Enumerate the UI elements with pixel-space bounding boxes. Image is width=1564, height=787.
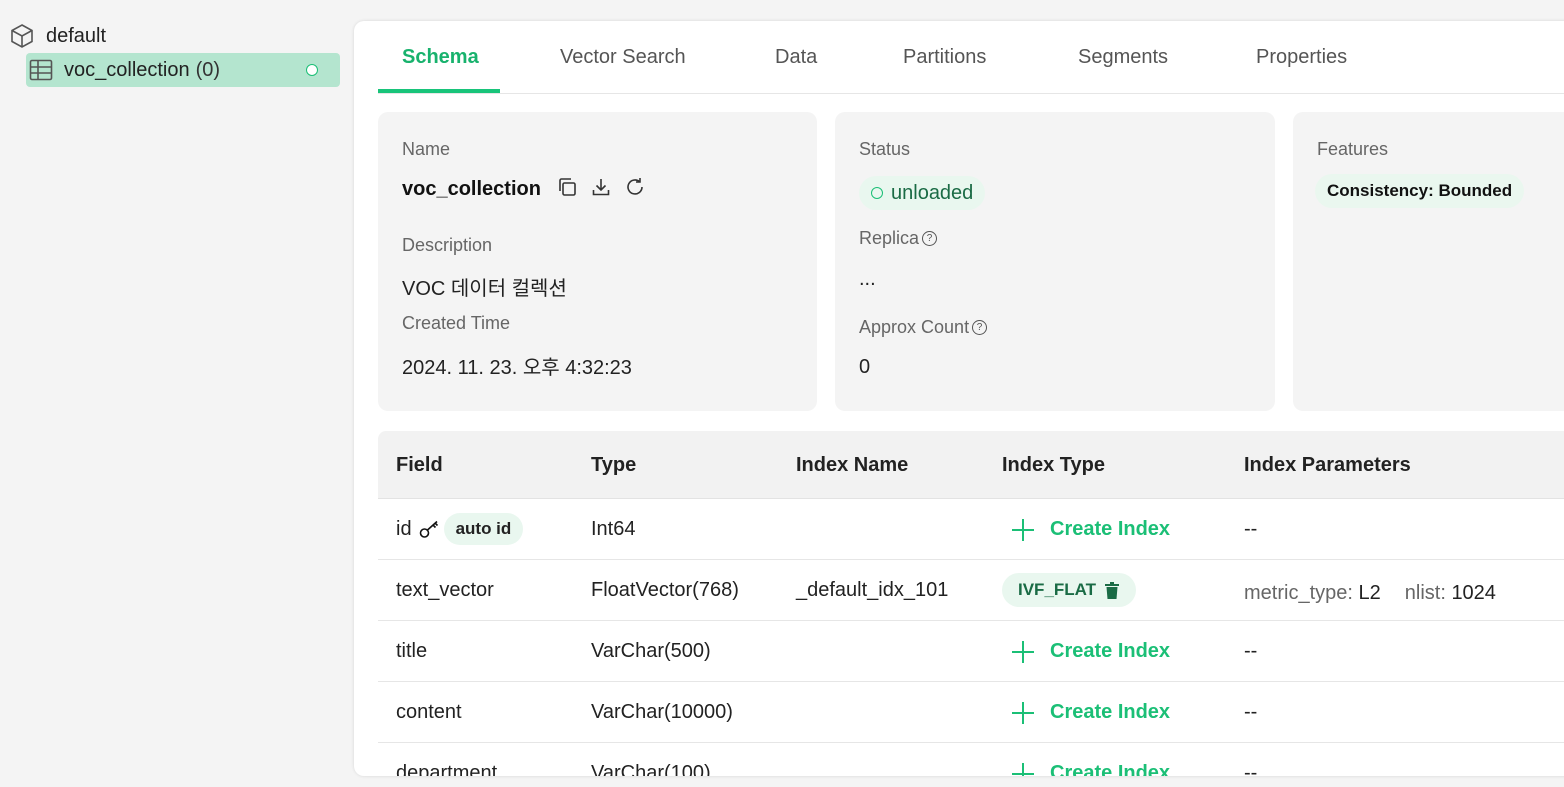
refresh-icon[interactable]: [624, 176, 646, 198]
replica-value: ...: [859, 268, 876, 290]
table-row: title VarChar(500) Create Index --: [378, 621, 1564, 682]
index-type-cell: IVF_FLAT: [1002, 573, 1137, 607]
table-row: text_vector FloatVector(768) _default_id…: [378, 560, 1564, 621]
create-index-label: Create Index: [1050, 701, 1171, 723]
created-time-label: Created Time: [402, 313, 511, 333]
tab-vector-search[interactable]: Vector Search: [560, 46, 686, 69]
plus-icon: [1012, 518, 1034, 541]
create-index-label: Create Index: [1050, 518, 1171, 540]
index-params-cell: --: [1244, 701, 1258, 723]
main-panel: Schema Vector Search Data Partitions Seg…: [354, 21, 1564, 776]
approx-count-value: 0: [859, 356, 871, 378]
database-name: default: [46, 24, 107, 47]
index-type-label: IVF_FLAT: [1018, 580, 1097, 599]
type-cell: FloatVector(768): [591, 579, 739, 601]
table-header: Field Type Index Name Index Type Index P…: [378, 431, 1564, 499]
collection-count: (0): [195, 58, 221, 81]
create-index-button[interactable]: Create Index: [1002, 701, 1170, 724]
approx-count-label: Approx Count?: [859, 317, 988, 338]
plus-icon: [1012, 640, 1034, 663]
index-params-cell: --: [1244, 762, 1258, 776]
description-label: Description: [402, 235, 493, 255]
index-params-cell: --: [1244, 640, 1258, 662]
table-row: content VarChar(10000) Create Index --: [378, 682, 1564, 743]
field-name: content: [396, 701, 462, 723]
field-name: department: [396, 762, 498, 776]
features-label: Features: [1317, 139, 1389, 159]
tab-schema[interactable]: Schema: [402, 46, 479, 69]
copy-icon[interactable]: [556, 176, 578, 198]
index-type-badge: IVF_FLAT: [1002, 573, 1137, 607]
type-cell: VarChar(500): [591, 640, 711, 662]
tab-bar: Schema Vector Search Data Partitions Seg…: [378, 21, 1564, 94]
info-card-features: Features Consistency: Bounded: [1293, 112, 1564, 411]
download-icon[interactable]: [590, 176, 612, 198]
tree-collection-item[interactable]: voc_collection (0): [26, 53, 340, 87]
key-icon: [418, 518, 440, 540]
table-row: id auto id Int64 Create Index --: [378, 499, 1564, 560]
active-tab-indicator: [378, 89, 500, 93]
info-card-status: Status unloaded Replica? ... Approx Coun…: [835, 112, 1275, 411]
index-params-cell: metric_type: L2 nlist: 1024: [1244, 582, 1520, 605]
plus-icon: [1012, 762, 1034, 776]
status-badge: unloaded: [859, 176, 986, 210]
sidebar: default voc_collection (0): [0, 0, 350, 787]
auto-id-badge: auto id: [443, 513, 524, 545]
param-key: metric_type:: [1244, 582, 1353, 604]
description-value: VOC 데이터 컬렉션: [402, 278, 567, 300]
tab-data[interactable]: Data: [775, 46, 817, 69]
trash-icon[interactable]: [1104, 581, 1120, 599]
tree-database-default[interactable]: default: [8, 22, 106, 50]
create-index-label: Create Index: [1050, 762, 1171, 776]
tab-properties[interactable]: Properties: [1256, 46, 1347, 69]
create-index-label: Create Index: [1050, 640, 1171, 662]
type-cell: VarChar(100): [591, 762, 711, 776]
param-value: L2: [1358, 582, 1381, 604]
name-label: Name: [402, 139, 451, 159]
table-grid-icon: [28, 57, 54, 83]
info-card-name: Name voc_collection Description VOC 데이터 …: [378, 112, 817, 411]
index-name-cell: _default_idx_101: [796, 579, 949, 601]
help-icon[interactable]: ?: [972, 320, 988, 335]
header-index-type: Index Type: [1002, 454, 1105, 476]
collection-name: voc_collection: [64, 58, 190, 81]
approx-count-label-text: Approx Count: [859, 317, 970, 337]
field-name: title: [396, 640, 428, 662]
help-icon[interactable]: ?: [922, 231, 938, 246]
field-name: id: [396, 517, 412, 540]
created-time-value: 2024. 11. 23. 오후 4:32:23: [402, 357, 632, 379]
replica-label-text: Replica: [859, 228, 920, 248]
schema-table: Field Type Index Name Index Type Index P…: [378, 431, 1564, 776]
replica-label: Replica?: [859, 228, 938, 249]
field-name: text_vector: [396, 579, 494, 601]
header-type: Type: [591, 454, 637, 476]
type-cell: VarChar(10000): [591, 701, 733, 723]
header-index-name: Index Name: [796, 454, 909, 476]
field-cell: id auto id: [396, 513, 524, 545]
collection-status-dot: [306, 64, 318, 76]
header-field: Field: [396, 454, 443, 476]
status-label: Status: [859, 139, 911, 159]
table-row: department VarChar(100) Create Index --: [378, 743, 1564, 776]
create-index-button[interactable]: Create Index: [1002, 640, 1170, 663]
index-params-cell: --: [1244, 518, 1258, 540]
consistency-badge: Consistency: Bounded: [1315, 174, 1525, 208]
collection-actions: [556, 176, 646, 198]
create-index-button[interactable]: Create Index: [1002, 518, 1170, 541]
tab-segments[interactable]: Segments: [1078, 46, 1168, 69]
type-cell: Int64: [591, 518, 636, 540]
param-value: 1024: [1451, 582, 1496, 604]
cube-icon: [8, 22, 36, 50]
create-index-button[interactable]: Create Index: [1002, 762, 1170, 776]
header-index-parameters: Index Parameters: [1244, 454, 1411, 476]
plus-icon: [1012, 701, 1034, 724]
collection-title: voc_collection: [402, 178, 541, 200]
status-value: unloaded: [891, 181, 974, 204]
tab-partitions[interactable]: Partitions: [903, 46, 986, 69]
param-key: nlist:: [1404, 582, 1446, 604]
status-ring-icon: [871, 187, 883, 199]
